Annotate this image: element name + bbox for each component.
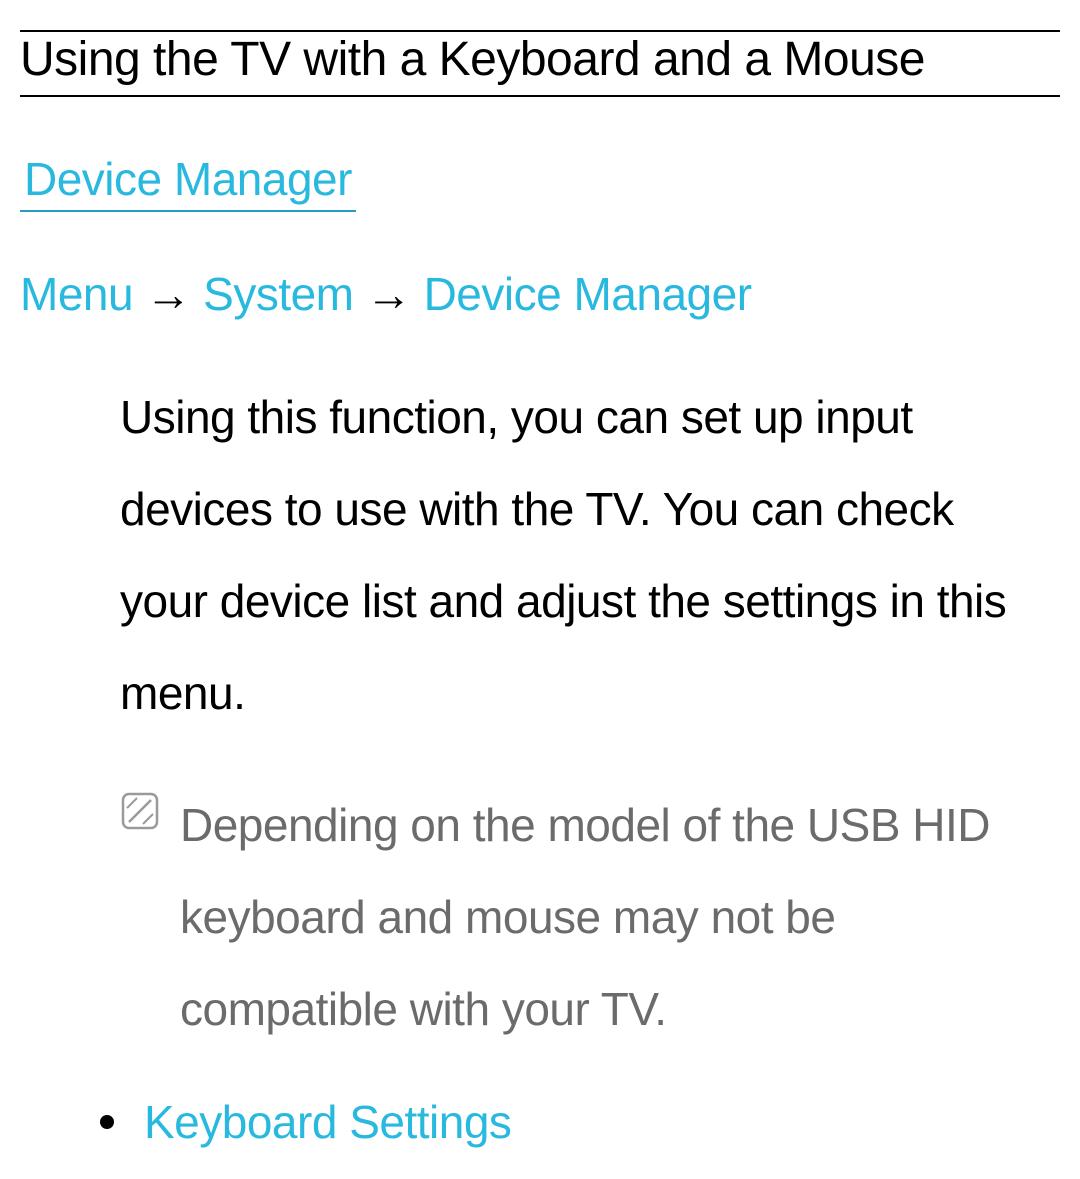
manual-page: Using the TV with a Keyboard and a Mouse… xyxy=(0,0,1080,1179)
breadcrumb-device-manager[interactable]: Device Manager xyxy=(424,268,752,320)
keyboard-settings-link[interactable]: Keyboard Settings xyxy=(144,1095,511,1149)
breadcrumb-menu[interactable]: Menu xyxy=(20,268,133,320)
list-item: Keyboard Settings xyxy=(100,1095,1040,1149)
section-underline: Device Manager xyxy=(20,152,356,212)
breadcrumb-system[interactable]: System xyxy=(203,268,353,320)
breadcrumb: Menu → System → Device Manager xyxy=(20,267,1060,321)
note-icon xyxy=(120,791,160,831)
section-heading[interactable]: Device Manager xyxy=(24,153,352,205)
title-rule: Using the TV with a Keyboard and a Mouse xyxy=(20,30,1060,97)
arrow-right-icon: → xyxy=(145,268,191,320)
bullet-icon xyxy=(100,1115,114,1129)
note-text: Depending on the model of the USB HID ke… xyxy=(180,779,1040,1055)
note-row: Depending on the model of the USB HID ke… xyxy=(120,779,1040,1055)
arrow-right-icon: → xyxy=(366,268,412,320)
page-title: Using the TV with a Keyboard and a Mouse xyxy=(20,34,1060,87)
content-block: Using this function, you can set up inpu… xyxy=(120,371,1040,1149)
body-paragraph: Using this function, you can set up inpu… xyxy=(120,371,1040,739)
